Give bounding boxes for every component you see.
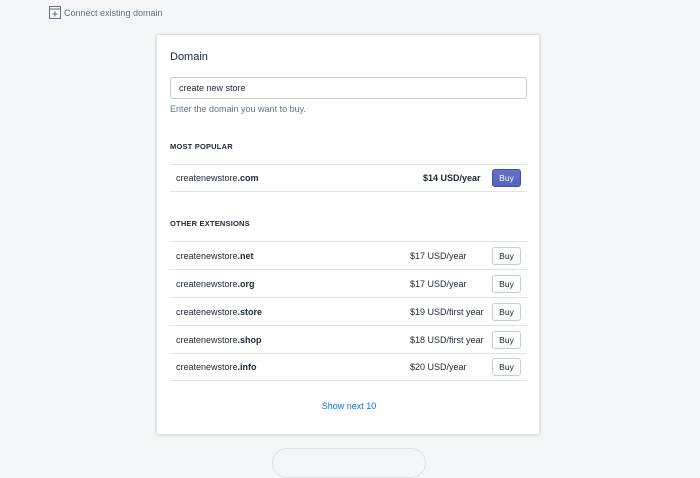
buy-button-store[interactable]: Buy (492, 302, 521, 321)
domain-price: $14 USD/year (423, 173, 481, 183)
domain-name: createnewstore.org (176, 278, 255, 289)
domain-price: $17 USD/year (410, 250, 467, 261)
domain-row-shop: createnewstore.shop $18 USD/first year B… (170, 325, 527, 353)
domain-row-info: createnewstore.info $20 USD/year Buy (170, 353, 527, 381)
domain-help-text: Enter the domain you want to buy. (170, 104, 306, 114)
show-next-link[interactable]: Show next 10 (157, 401, 541, 411)
buy-button-com[interactable]: Buy (492, 169, 521, 187)
domain-price: $17 USD/year (410, 278, 467, 289)
connect-domain-icon (49, 6, 61, 19)
domain-row-store: createnewstore.store $19 USD/first year … (170, 297, 527, 325)
domain-price: $20 USD/year (410, 362, 467, 372)
card-title: Domain (170, 51, 208, 63)
domain-name: createnewstore.store (176, 306, 263, 317)
domain-name: createnewstore.com (176, 173, 259, 183)
domain-card: Domain Enter the domain you want to buy.… (156, 34, 540, 435)
domain-name: createnewstore.shop (176, 334, 262, 345)
buy-button-org[interactable]: Buy (492, 274, 521, 293)
buy-button-net[interactable]: Buy (492, 246, 521, 265)
buy-button-info[interactable]: Buy (492, 358, 521, 376)
other-extensions-heading: OTHER EXTENSIONS (170, 219, 250, 228)
domain-row-popular: createnewstore.com $14 USD/year Buy (170, 164, 527, 192)
domain-price: $18 USD/first year (410, 334, 484, 345)
bottom-footer-pill (272, 448, 426, 478)
buy-button-shop[interactable]: Buy (492, 330, 521, 349)
domain-name: createnewstore.info (176, 362, 257, 372)
domain-search-input[interactable] (170, 77, 527, 99)
connect-existing-domain-label: Connect existing domain (64, 7, 163, 18)
domain-name: createnewstore.net (176, 250, 254, 261)
domain-row-net: createnewstore.net $17 USD/year Buy (170, 241, 527, 269)
connect-existing-domain-link[interactable]: Connect existing domain (49, 6, 163, 19)
most-popular-heading: MOST POPULAR (170, 142, 233, 151)
domain-row-org: createnewstore.org $17 USD/year Buy (170, 269, 527, 297)
domain-price: $19 USD/first year (410, 306, 484, 317)
